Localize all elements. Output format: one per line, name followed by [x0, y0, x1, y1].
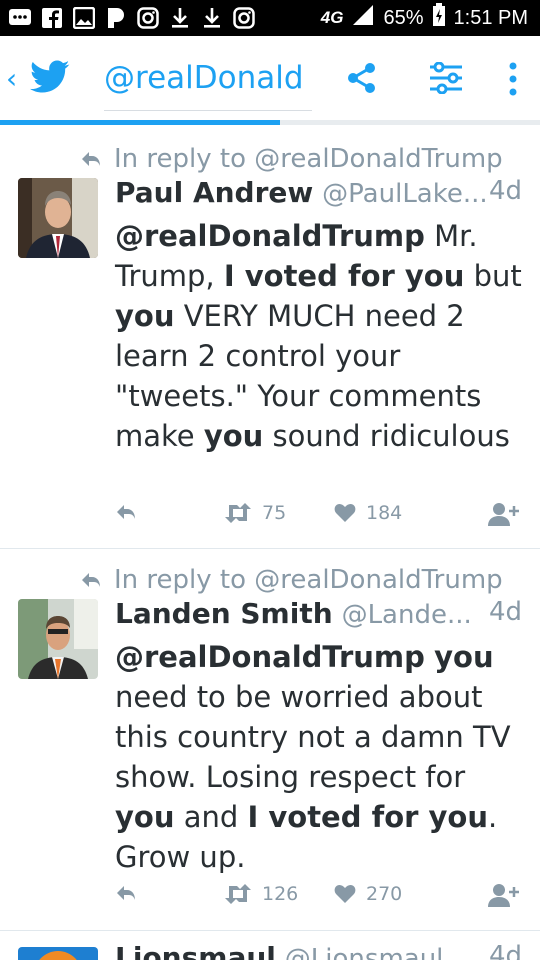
- retweet-count: 75: [262, 502, 287, 524]
- tweet-card[interactable]: In reply to @realDonaldTrump Landen Smit…: [0, 561, 540, 930]
- mention-link[interactable]: @realDonaldTrump: [115, 640, 425, 674]
- tweet-card[interactable]: Lionsmaul @Lionsmaul 4d: [0, 931, 540, 960]
- text-segment: sound ridiculous: [263, 419, 510, 453]
- retweet-icon: [225, 503, 251, 523]
- reply-button[interactable]: [114, 502, 138, 522]
- clock: 1:51 PM: [453, 6, 528, 29]
- text-segment: but: [464, 259, 522, 293]
- text-segment: [425, 640, 434, 674]
- retweet-button[interactable]: 126: [224, 883, 298, 905]
- tweet-text: @realDonaldTrump you need to be worried …: [115, 637, 528, 877]
- add-user-icon: [488, 884, 519, 907]
- follow-button[interactable]: [488, 502, 522, 526]
- battery-percent: 65%: [383, 6, 424, 29]
- instagram-icon: [136, 6, 160, 30]
- status-bar: 4G 65% 1:51 PM: [0, 0, 540, 36]
- search-handle-field[interactable]: @realDonald: [104, 56, 312, 111]
- reply-to-text: In reply to @realDonaldTrump: [114, 565, 503, 595]
- reply-button[interactable]: [114, 883, 138, 903]
- progress-fill: [0, 120, 280, 125]
- highlighted-text: I voted for you: [223, 259, 465, 293]
- retweet-icon: [225, 884, 251, 904]
- download-icon: [200, 6, 224, 30]
- reply-context: In reply to @realDonaldTrump: [80, 561, 503, 599]
- scroll-progress-bar: [0, 120, 540, 125]
- heart-icon: [334, 884, 356, 903]
- author-row: Lionsmaul @Lionsmaul 4d: [115, 941, 522, 960]
- signal-icon: [351, 4, 375, 32]
- author-handle[interactable]: @PaulLake...: [322, 179, 487, 209]
- avatar[interactable]: [18, 947, 98, 960]
- add-user-icon: [488, 503, 519, 526]
- highlighted-text: I voted for you: [247, 800, 488, 834]
- reply-arrow-icon: [82, 152, 100, 166]
- retweet-button[interactable]: 75: [224, 502, 286, 524]
- highlighted-text: you: [203, 419, 264, 453]
- highlighted-text: you: [115, 299, 175, 333]
- author-name[interactable]: Lionsmaul: [115, 941, 276, 960]
- author-name[interactable]: Paul Andrew: [115, 176, 313, 209]
- download-icon: [168, 6, 192, 30]
- text-segment: and: [174, 800, 248, 834]
- tweet-card[interactable]: In reply to @realDonaldTrump Paul Andrew…: [0, 140, 540, 548]
- network-type: 4G: [320, 8, 344, 27]
- tweet-timestamp: 4d: [488, 597, 522, 627]
- follow-button[interactable]: [488, 883, 522, 907]
- reply-context: In reply to @realDonaldTrump: [80, 140, 503, 178]
- status-right: 4G 65% 1:51 PM: [321, 0, 528, 36]
- notification-icons: [8, 5, 256, 31]
- avatar[interactable]: [18, 178, 98, 258]
- twitter-bird-icon[interactable]: [30, 60, 70, 98]
- heart-icon: [334, 503, 356, 522]
- like-count: 184: [366, 502, 403, 524]
- reply-arrow-icon: [82, 573, 100, 587]
- divider: [0, 548, 540, 549]
- author-handle[interactable]: @Lionsmaul: [285, 944, 444, 960]
- pandora-icon: [104, 6, 128, 30]
- more-options-icon[interactable]: [508, 62, 518, 100]
- facebook-icon: [40, 6, 64, 30]
- tweet-actions: 126 270: [0, 883, 540, 919]
- reply-icon: [117, 505, 135, 519]
- highlighted-text: you: [434, 640, 494, 674]
- retweet-count: 126: [262, 883, 299, 905]
- mention-link[interactable]: @realDonaldTrump: [115, 219, 425, 253]
- tweet-timestamp: 4d: [488, 176, 522, 206]
- avatar[interactable]: [18, 599, 98, 679]
- battery-icon: [432, 3, 446, 33]
- tweet-actions: 75 184: [0, 502, 540, 538]
- instagram-icon: [232, 6, 256, 30]
- chat-icon: [8, 6, 32, 30]
- text-segment: need to be worried about this country no…: [115, 680, 511, 794]
- app-bar: ‹ @realDonald: [0, 36, 540, 124]
- filter-settings-icon[interactable]: [428, 61, 464, 98]
- like-count: 270: [366, 883, 403, 905]
- tweet-timestamp: 4d: [488, 941, 522, 960]
- like-button[interactable]: 184: [334, 502, 402, 524]
- share-icon[interactable]: [346, 62, 378, 98]
- reply-icon: [117, 886, 135, 900]
- back-button[interactable]: ‹: [6, 62, 17, 95]
- reply-to-text: In reply to @realDonaldTrump: [114, 144, 503, 174]
- author-name[interactable]: Landen Smith: [115, 597, 333, 630]
- tweet-text: @realDonaldTrump Mr. Trump, I voted for …: [115, 216, 528, 456]
- like-button[interactable]: 270: [334, 883, 402, 905]
- author-row: Paul Andrew @PaulLake... 4d: [115, 176, 522, 216]
- highlighted-text: you: [115, 800, 175, 834]
- author-handle[interactable]: @Lande...: [342, 600, 472, 630]
- author-row: Landen Smith @Lande... 4d: [115, 597, 522, 637]
- image-icon: [72, 6, 96, 30]
